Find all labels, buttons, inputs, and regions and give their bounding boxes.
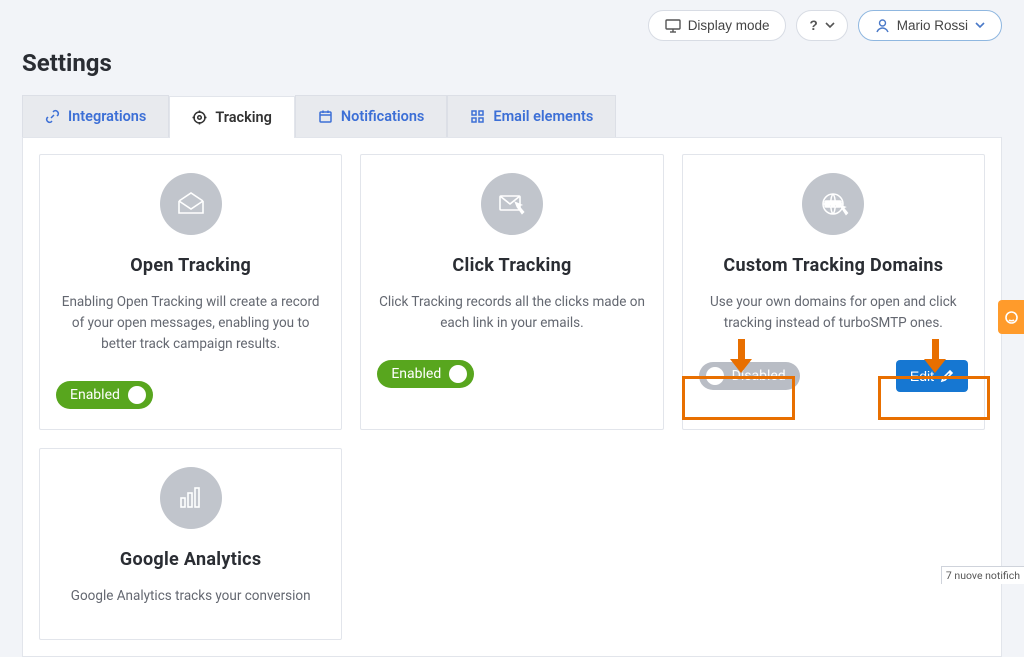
edit-custom-domains-button[interactable]: Edit: [896, 360, 968, 392]
page-title: Settings: [0, 41, 1024, 95]
toggle-label: Enabled: [391, 366, 441, 382]
card-title: Open Tracking: [130, 255, 251, 276]
top-bar: Display mode ? Mario Rossi: [0, 0, 1024, 41]
click-tracking-toggle[interactable]: Enabled: [377, 360, 474, 388]
edit-label: Edit: [910, 368, 934, 384]
card-custom-tracking-domains: WWW Custom Tracking Domains Use your own…: [682, 154, 985, 430]
user-name-label: Mario Rossi: [897, 18, 968, 33]
chevron-down-icon: [975, 22, 985, 29]
grid-icon: [470, 109, 485, 124]
tab-label: Integrations: [68, 108, 146, 125]
user-icon: [875, 18, 890, 33]
link-icon: [45, 109, 60, 124]
custom-domains-toggle[interactable]: Disabled: [699, 362, 800, 390]
pencil-icon: [940, 369, 954, 383]
custom-domains-icon: WWW: [802, 173, 864, 235]
target-icon: [192, 110, 207, 125]
card-desc: Click Tracking records all the clicks ma…: [377, 292, 646, 334]
tracking-panel: Open Tracking Enabling Open Tracking wil…: [22, 137, 1002, 657]
toggle-knob-icon: [128, 386, 146, 404]
chat-icon: [1004, 310, 1019, 325]
display-mode-button[interactable]: Display mode: [648, 10, 787, 41]
chevron-down-icon: [825, 22, 835, 29]
tab-label: Email elements: [493, 108, 593, 125]
card-desc: Use your own domains for open and click …: [699, 292, 968, 334]
tabs-bar: Integrations Tracking Notifications Emai…: [0, 95, 1024, 137]
card-title: Google Analytics: [120, 549, 261, 570]
tab-integrations[interactable]: Integrations: [22, 95, 169, 137]
display-mode-label: Display mode: [688, 18, 770, 33]
tab-email-elements[interactable]: Email elements: [447, 95, 616, 137]
open-tracking-icon: [160, 173, 222, 235]
cards-row-2: Google Analytics Google Analytics tracks…: [39, 448, 985, 640]
card-title: Click Tracking: [452, 255, 571, 276]
card-title: Custom Tracking Domains: [723, 255, 943, 276]
card-google-analytics: Google Analytics Google Analytics tracks…: [39, 448, 342, 640]
monitor-icon: [665, 19, 681, 33]
svg-text:WWW: WWW: [826, 202, 842, 208]
tab-label: Notifications: [341, 108, 425, 125]
notification-chip[interactable]: 7 nuove notifich: [941, 566, 1024, 584]
open-tracking-toggle[interactable]: Enabled: [56, 381, 153, 409]
tab-notifications[interactable]: Notifications: [295, 95, 448, 137]
tab-label: Tracking: [215, 109, 272, 126]
tab-tracking[interactable]: Tracking: [169, 96, 295, 138]
card-desc: Google Analytics tracks your conversion: [71, 586, 311, 607]
card-desc: Enabling Open Tracking will create a rec…: [56, 292, 325, 355]
calendar-icon: [318, 109, 333, 124]
feedback-tab[interactable]: [998, 300, 1024, 334]
toggle-label: Disabled: [732, 368, 786, 384]
user-menu-button[interactable]: Mario Rossi: [858, 10, 1002, 41]
card-open-tracking: Open Tracking Enabling Open Tracking wil…: [39, 154, 342, 430]
help-button[interactable]: ?: [796, 10, 847, 41]
google-analytics-icon: [160, 467, 222, 529]
toggle-knob-icon: [449, 365, 467, 383]
click-tracking-icon: [481, 173, 543, 235]
cards-row: Open Tracking Enabling Open Tracking wil…: [39, 154, 985, 430]
question-icon: ?: [809, 18, 817, 33]
toggle-label: Enabled: [70, 387, 120, 403]
card-click-tracking: Click Tracking Click Tracking records al…: [360, 154, 663, 430]
toggle-knob-icon: [706, 367, 724, 385]
